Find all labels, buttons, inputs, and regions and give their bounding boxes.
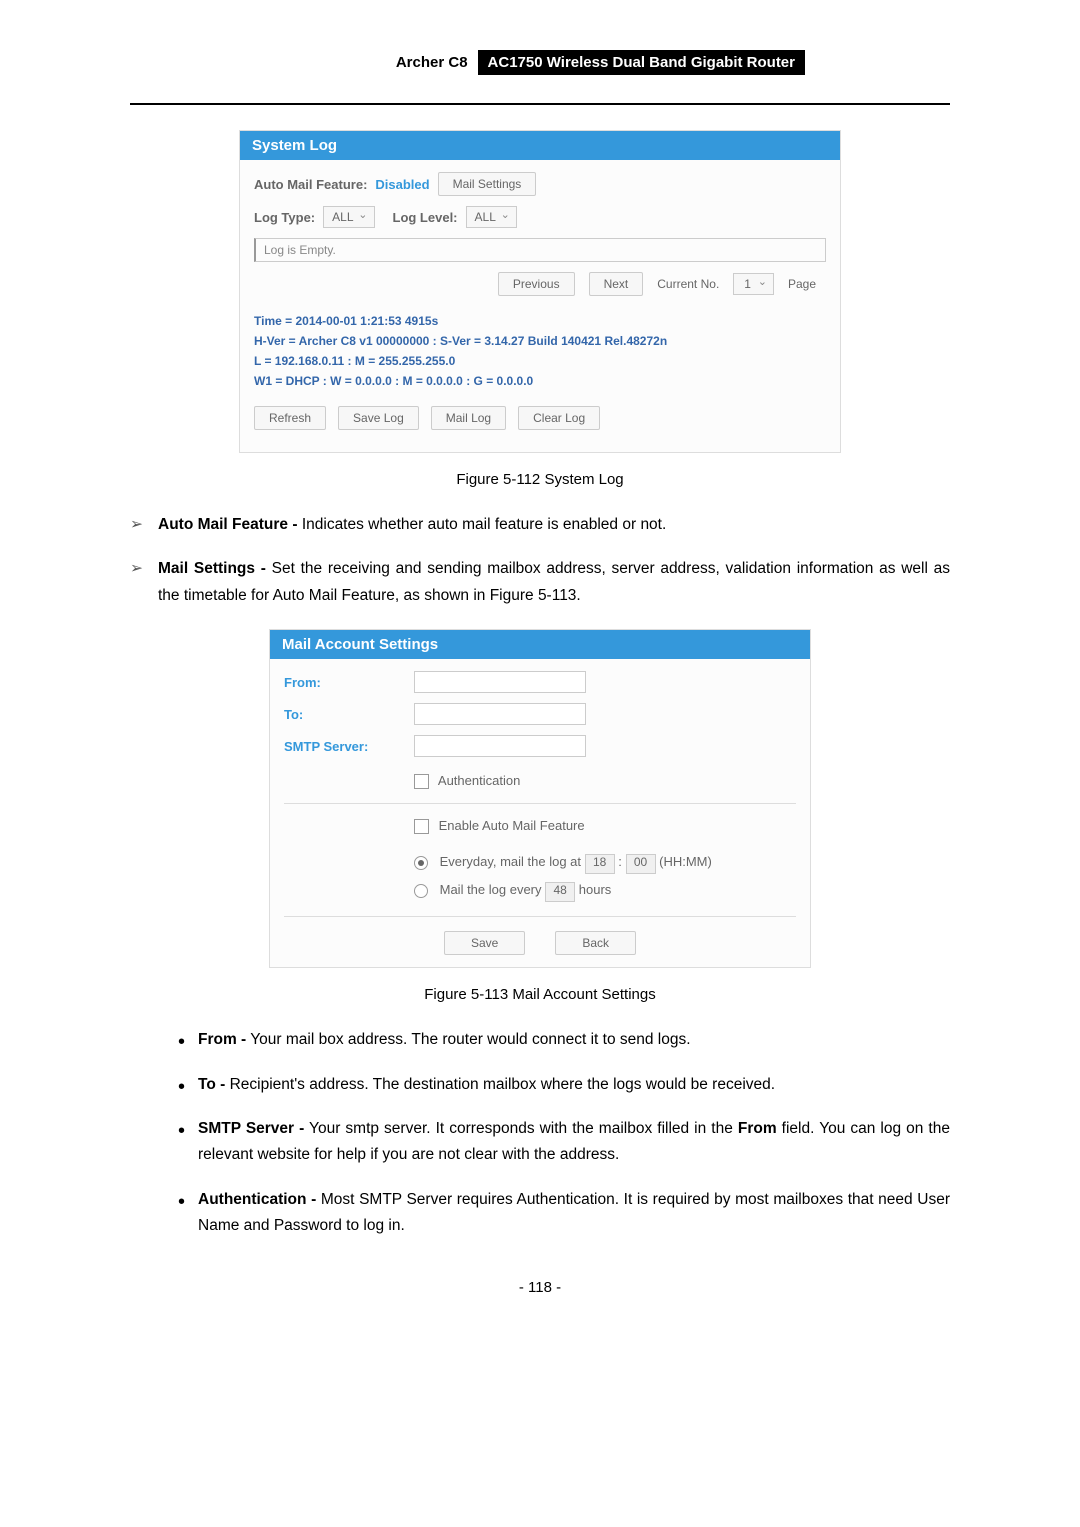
auth-label: Authentication <box>438 773 520 788</box>
hours-input[interactable]: 48 <box>545 882 575 902</box>
refresh-button[interactable]: Refresh <box>254 406 326 430</box>
mail-settings-button[interactable]: Mail Settings <box>438 172 537 196</box>
save-button[interactable]: Save <box>444 931 525 955</box>
sub-bullet-to: To - Recipient's address. The destinatio… <box>170 1072 950 1098</box>
everyday-text: Everyday, mail the log at <box>440 854 581 869</box>
info-time: Time = 2014-00-01 1:21:53 4915s <box>254 314 826 328</box>
log-level-label: Log Level: <box>393 210 458 225</box>
enable-auto-mail-label: Enable Auto Mail Feature <box>439 818 585 833</box>
log-empty-text: Log is Empty. <box>254 238 826 262</box>
bullet-auto-mail: Auto Mail Feature - Indicates whether au… <box>130 512 950 538</box>
info-w1: W1 = DHCP : W = 0.0.0.0 : M = 0.0.0.0 : … <box>254 374 826 388</box>
info-l: L = 192.168.0.11 : M = 255.255.255.0 <box>254 354 826 368</box>
previous-button[interactable]: Previous <box>498 272 575 296</box>
radio-interval[interactable] <box>414 884 428 898</box>
log-level-select[interactable]: ALL <box>466 206 517 228</box>
mail-account-panel: Mail Account Settings From: To: SMTP Ser… <box>269 629 811 968</box>
radio-everyday[interactable] <box>414 856 428 870</box>
to-input[interactable] <box>414 703 586 725</box>
to-label: To: <box>284 707 414 722</box>
bullet-auto-mail-label: Auto Mail Feature - <box>158 516 298 533</box>
clear-log-button[interactable]: Clear Log <box>518 406 600 430</box>
header-model: Archer C8 <box>386 50 478 75</box>
bullet-auto-mail-text: Indicates whether auto mail feature is e… <box>298 516 667 533</box>
divider-1 <box>284 803 796 804</box>
current-no-label: Current No. <box>657 277 719 291</box>
figure-caption-1: Figure 5-112 System Log <box>130 471 950 488</box>
divider-2 <box>284 916 796 917</box>
smtp-input[interactable] <box>414 735 586 757</box>
info-hver: H-Ver = Archer C8 v1 00000000 : S-Ver = … <box>254 334 826 348</box>
header-desc: AC1750 Wireless Dual Band Gigabit Router <box>478 50 805 75</box>
log-type-label: Log Type: <box>254 210 315 225</box>
auth-checkbox[interactable] <box>414 774 429 789</box>
current-no-select[interactable]: 1 <box>733 273 774 295</box>
doc-header: Archer C8 AC1750 Wireless Dual Band Giga… <box>275 50 805 75</box>
mail-account-title: Mail Account Settings <box>270 630 810 659</box>
bullet-mail-settings-text: Set the receiving and sending mailbox ad… <box>158 560 950 603</box>
save-log-button[interactable]: Save Log <box>338 406 419 430</box>
back-button[interactable]: Back <box>555 931 636 955</box>
page-number: - 118 - <box>130 1279 950 1296</box>
sub-bullet-auth: Authentication - Most SMTP Server requir… <box>170 1187 950 1240</box>
hhmm-label: (HH:MM) <box>659 854 712 869</box>
hours-label: hours <box>579 882 612 897</box>
hour-input[interactable]: 18 <box>585 854 615 874</box>
smtp-label: SMTP Server: <box>284 739 414 754</box>
auto-mail-label: Auto Mail Feature: <box>254 177 367 192</box>
auto-mail-status: Disabled <box>375 177 429 192</box>
bullet-mail-settings: Mail Settings - Set the receiving and se… <box>130 556 950 609</box>
sub-bullet-from: From - Your mail box address. The router… <box>170 1027 950 1053</box>
next-button[interactable]: Next <box>589 272 644 296</box>
mail-log-button[interactable]: Mail Log <box>431 406 506 430</box>
sub-bullet-smtp: SMTP Server - Your smtp server. It corre… <box>170 1116 950 1169</box>
header-rule <box>130 103 950 105</box>
minute-input[interactable]: 00 <box>626 854 656 874</box>
system-log-panel: System Log Auto Mail Feature: Disabled M… <box>239 130 841 453</box>
log-type-select[interactable]: ALL <box>323 206 374 228</box>
bullet-mail-settings-label: Mail Settings - <box>158 560 266 577</box>
figure-caption-2: Figure 5-113 Mail Account Settings <box>130 986 950 1003</box>
interval-text: Mail the log every <box>440 882 542 897</box>
page-label: Page <box>788 277 816 291</box>
from-input[interactable] <box>414 671 586 693</box>
system-log-title: System Log <box>240 131 840 160</box>
enable-auto-mail-checkbox[interactable] <box>414 819 429 834</box>
from-label: From: <box>284 675 414 690</box>
